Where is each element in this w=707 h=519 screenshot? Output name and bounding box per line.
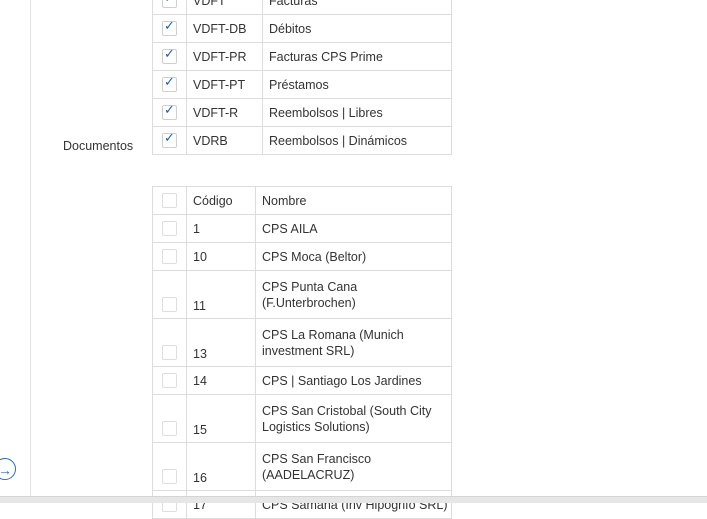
branch-name: CPS Punta Cana (F.Unterbrochen): [255, 270, 452, 319]
row-checkbox[interactable]: [162, 46, 177, 65]
table-row[interactable]: VDFT-DB Débitos: [152, 14, 452, 43]
branch-code: 13: [186, 318, 256, 367]
doc-name: Facturas CPS Prime: [262, 42, 452, 71]
row-checkbox[interactable]: [162, 18, 177, 37]
doc-code: VDFT-R: [186, 98, 263, 127]
branch-name: CPS Samana (Inv Hipogrifo SRL): [255, 490, 452, 519]
table-row[interactable]: VDFT-PR Facturas CPS Prime: [152, 42, 452, 71]
table-row[interactable]: 11 CPS Punta Cana (F.Unterbrochen): [152, 270, 452, 319]
table-row[interactable]: VDFT-R Reembolsos | Libres: [152, 98, 452, 127]
doc-name: Reembolsos | Dinámicos: [262, 126, 452, 155]
row-checkbox[interactable]: [162, 130, 177, 149]
column-header-name[interactable]: Nombre: [255, 186, 452, 215]
table-row[interactable]: 15 CPS San Cristobal (South City Logisti…: [152, 394, 452, 443]
branch-code: 11: [186, 270, 256, 319]
branch-code: 10: [186, 242, 256, 271]
branch-name: CPS San Cristobal (South City Logistics …: [255, 394, 452, 443]
row-checkbox[interactable]: [162, 297, 177, 312]
row-checkbox[interactable]: [162, 0, 177, 9]
documents-table: VDFT Facturas VDFT-DB Débitos VDFT-PR Fa…: [152, 0, 452, 155]
left-gutter: [0, 0, 31, 496]
select-all-checkbox[interactable]: [162, 193, 177, 209]
branch-name: CPS La Romana (Munich investment SRL): [255, 318, 452, 367]
doc-code: VDFT-DB: [186, 14, 263, 43]
row-checkbox[interactable]: [162, 469, 177, 484]
branches-table: Código Nombre 1 CPS AILA 10 CPS Moca (Be…: [152, 186, 452, 519]
row-checkbox[interactable]: [162, 249, 177, 265]
table-row[interactable]: 13 CPS La Romana (Munich investment SRL): [152, 318, 452, 367]
branch-name: CPS Moca (Beltor): [255, 242, 452, 271]
table-row[interactable]: 10 CPS Moca (Beltor): [152, 242, 452, 271]
doc-code: VDFT-PR: [186, 42, 263, 71]
doc-code: VDRB: [186, 126, 263, 155]
doc-code: VDFT-PT: [186, 70, 263, 99]
doc-code: VDFT: [186, 0, 263, 15]
row-checkbox[interactable]: [162, 345, 177, 360]
row-checkbox[interactable]: [162, 373, 177, 389]
documents-label: Documentos: [63, 139, 134, 153]
table-row[interactable]: VDRB Reembolsos | Dinámicos: [152, 126, 452, 155]
branch-code: 17: [186, 490, 256, 519]
row-checkbox[interactable]: [162, 421, 177, 436]
doc-name: Débitos: [262, 14, 452, 43]
doc-name: Préstamos: [262, 70, 452, 99]
table-row[interactable]: 16 CPS San Francisco (AADELACRUZ): [152, 442, 452, 491]
table-row[interactable]: 1 CPS AILA: [152, 214, 452, 243]
branch-name: CPS | Santiago Los Jardines: [255, 366, 452, 395]
branch-code: 1: [186, 214, 256, 243]
row-checkbox[interactable]: [162, 102, 177, 121]
table-header-row: Código Nombre: [152, 186, 452, 215]
row-checkbox[interactable]: [162, 221, 177, 237]
branch-name: CPS AILA: [255, 214, 452, 243]
table-row[interactable]: 14 CPS | Santiago Los Jardines: [152, 366, 452, 395]
doc-name: Facturas: [262, 0, 452, 15]
doc-name: Reembolsos | Libres: [262, 98, 452, 127]
table-row[interactable]: VDFT Facturas: [152, 0, 452, 15]
branch-code: 15: [186, 394, 256, 443]
table-row[interactable]: VDFT-PT Préstamos: [152, 70, 452, 99]
branch-code: 16: [186, 442, 256, 491]
column-header-code[interactable]: Código: [186, 186, 256, 215]
branch-name: CPS San Francisco (AADELACRUZ): [255, 442, 452, 491]
branch-code: 14: [186, 366, 256, 395]
row-checkbox[interactable]: [162, 74, 177, 93]
table-row[interactable]: 17 CPS Samana (Inv Hipogrifo SRL): [152, 490, 452, 519]
